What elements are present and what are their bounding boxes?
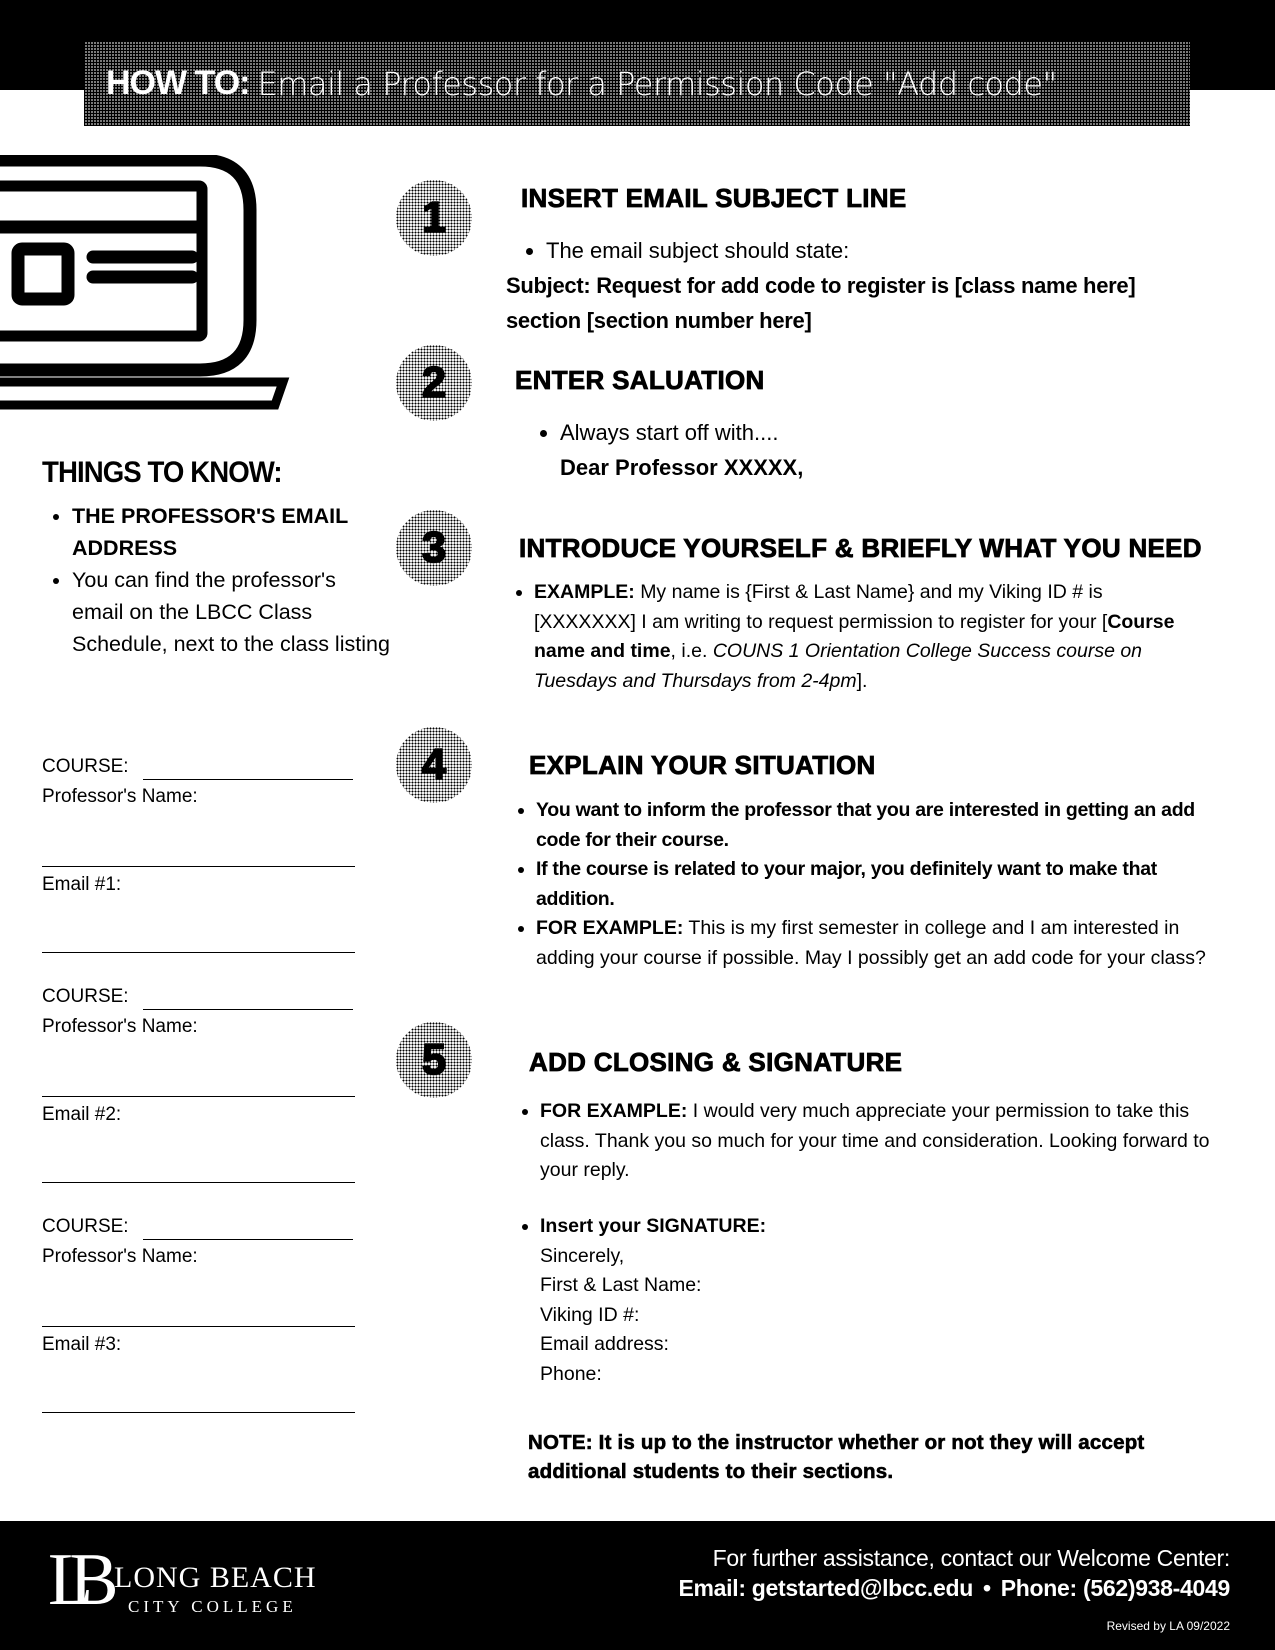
step-heading: ADD CLOSING & SIGNATURE (529, 1047, 903, 1078)
separator-dot: • (983, 1575, 991, 1601)
course-field[interactable] (143, 1009, 353, 1010)
step-bullet: The email subject should state: (546, 233, 1246, 268)
step-number-badge: 2 (396, 345, 472, 421)
email-field[interactable] (42, 952, 355, 953)
subject-line: Subject: Request for add code to registe… (506, 273, 1136, 298)
step-bullet: If the course is related to your major, … (536, 855, 1216, 914)
step-2-body: Always start off with.... Dear Professor… (540, 415, 1220, 485)
instructor-note: NOTE: It is up to the instructor whether… (528, 1431, 1145, 1484)
contact-details: Email: getstarted@lbcc.edu • Phone: (562)9… (678, 1575, 1230, 1602)
email-label: Email #1: (42, 874, 122, 895)
revision-note: Revised by LA 09/2022 (1106, 1619, 1230, 1633)
signature-block: Insert your SIGNATURE: Sincerely, First … (520, 1212, 1220, 1389)
logo-name: LONG BEACH (114, 1561, 317, 1594)
signature-line: Email address: (540, 1333, 669, 1355)
signature-line: Sincerely, (540, 1244, 625, 1267)
contact-phone[interactable]: Phone: (562)938-4049 (1001, 1575, 1231, 1601)
step-number-badge: 4 (396, 727, 472, 803)
example-paragraph: EXAMPLE: My name is {First & Last Name} … (534, 578, 1204, 696)
title-text: Email a Professor for a Permission Code … (257, 64, 1057, 103)
step-1-body: The email subject should state: Subject:… (506, 233, 1246, 338)
signature-line: Phone: (540, 1362, 602, 1385)
contact-email-link[interactable]: Email: getstarted@lbcc.edu (678, 1575, 973, 1601)
step-heading: INTRODUCE YOURSELF & BRIEFLY WHAT YOU NE… (519, 533, 1202, 564)
email-field[interactable] (42, 1412, 355, 1413)
step-bullet: Always start off with.... (560, 415, 1220, 450)
professor-name-label: Professor's Name: (42, 1246, 198, 1267)
step-number-badge: 1 (396, 180, 472, 256)
title-prefix: HOW TO: (106, 64, 250, 102)
step-number-badge: 3 (396, 510, 472, 586)
step-heading: INSERT EMAIL SUBJECT LINE (521, 183, 907, 214)
step-heading: ENTER SALUATION (515, 365, 765, 396)
email-label: Email #2: (42, 1104, 122, 1125)
email-label: Email #3: (42, 1334, 122, 1355)
footer: LB LONG BEACH CITY COLLEGE For further a… (0, 1521, 1275, 1650)
know-item: You can find the professor's email on th… (72, 564, 392, 660)
course-field[interactable] (143, 1239, 353, 1240)
course-label: COURSE: (42, 756, 129, 777)
step-number-badge: 5 (396, 1022, 472, 1098)
signature-heading: Insert your SIGNATURE: (540, 1212, 1220, 1242)
step-bullet: You want to inform the professor that yo… (536, 796, 1216, 855)
page-title: HOW TO: Email a Professor for a Permissi… (84, 41, 1190, 126)
professor-name-label: Professor's Name: (42, 1016, 198, 1037)
salutation: Dear Professor XXXXX, (560, 455, 804, 480)
professor-name-field[interactable] (42, 1326, 355, 1327)
professor-name-field[interactable] (42, 866, 355, 867)
signature-line: Viking ID #: (540, 1303, 640, 1326)
course-field[interactable] (143, 779, 353, 780)
logo-subtitle: CITY COLLEGE (128, 1597, 297, 1616)
things-to-know-title: THINGS TO KNOW: (42, 456, 283, 489)
college-logo: LB LONG BEACH CITY COLLEGE (48, 1543, 348, 1623)
course-label: COURSE: (42, 986, 129, 1007)
example-paragraph: FOR EXAMPLE: I would very much appreciat… (540, 1097, 1220, 1186)
step-3-body: EXAMPLE: My name is {First & Last Name} … (514, 578, 1204, 696)
course-label: COURSE: (42, 1216, 129, 1237)
laptop-icon (0, 155, 290, 410)
signature-line: First & Last Name: (540, 1274, 702, 1296)
subject-line: section [section number here] (506, 308, 812, 333)
step-5-body: FOR EXAMPLE: I would very much appreciat… (520, 1097, 1220, 1186)
professor-name-field[interactable] (42, 1096, 355, 1097)
things-to-know-list: THE PROFESSOR'S EMAIL ADDRESS You can fi… (42, 500, 392, 660)
step-4-body: You want to inform the professor that yo… (516, 796, 1216, 973)
know-item: THE PROFESSOR'S EMAIL ADDRESS (72, 500, 392, 564)
contact-intro: For further assistance, contact our Welc… (712, 1545, 1231, 1571)
step-heading: EXPLAIN YOUR SITUATION (529, 750, 876, 781)
example-paragraph: FOR EXAMPLE: This is my first semester i… (536, 914, 1216, 973)
logo-monogram: LB (48, 1539, 118, 1621)
email-field[interactable] (42, 1182, 355, 1183)
professor-name-label: Professor's Name: (42, 786, 198, 807)
